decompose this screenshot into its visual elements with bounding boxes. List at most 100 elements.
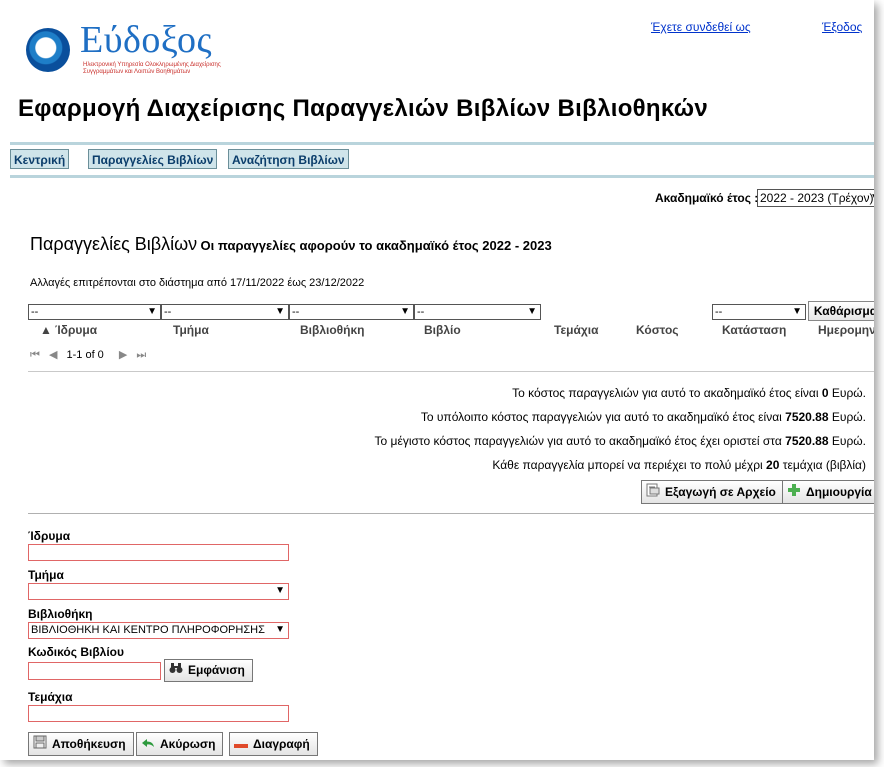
- filter-institution-value: --: [31, 306, 39, 318]
- prev-page-icon[interactable]: ◀: [49, 349, 57, 361]
- export-to-file-button[interactable]: Εξαγωγή σε Αρχείο: [641, 480, 784, 504]
- menu-item-home[interactable]: Κεντρική: [10, 149, 70, 169]
- limit-value: 20: [766, 458, 780, 472]
- table-pager: ⏮ ◀ 1-1 of 0 ▶ ⏭: [30, 348, 146, 362]
- limit-suffix: τεμάχια (βιβλία): [782, 458, 866, 472]
- institution-label: Ίδρυμα: [28, 529, 71, 543]
- next-page-icon[interactable]: ▶: [119, 349, 127, 361]
- quantity-field[interactable]: [28, 705, 289, 722]
- logo-text: Εύδοξος: [80, 19, 213, 61]
- academic-year-label: Ακαδημαϊκό έτος :: [655, 191, 759, 205]
- chevron-down-icon: ▼: [400, 306, 410, 317]
- cost-value: 0: [821, 386, 829, 400]
- column-header-quantity[interactable]: Τεμάχια: [554, 323, 598, 337]
- chevron-down-icon: ▼: [275, 585, 285, 596]
- column-header-library[interactable]: Βιβλιοθήκη: [300, 323, 365, 337]
- clear-filters-button[interactable]: Καθάρισμα: [808, 301, 874, 321]
- cost-prefix: Το κόστος παραγγελιών για αυτό το ακαδημ…: [512, 386, 819, 400]
- divider: [28, 371, 874, 372]
- column-header-cost[interactable]: Κόστος: [636, 323, 679, 337]
- export-file-icon: [646, 482, 660, 504]
- academic-year-value: 2022 - 2023 (Τρέχον): [760, 191, 874, 205]
- undo-arrow-icon: [141, 734, 155, 756]
- binoculars-icon: [169, 660, 183, 681]
- filter-department-value: --: [164, 306, 172, 318]
- filter-library-value: --: [292, 306, 300, 318]
- limit-prefix: Κάθε παραγγελία μπορεί να περιέχει το πο…: [492, 458, 763, 472]
- chevron-down-icon: ▼: [147, 306, 157, 317]
- filter-book-select[interactable]: -- ▼: [414, 304, 541, 320]
- max-value: 7520.88: [785, 434, 829, 448]
- last-page-icon[interactable]: ⏭: [136, 349, 146, 361]
- show-label: Εμφάνιση: [188, 663, 245, 677]
- menu-item-book-search[interactable]: Αναζήτηση Βιβλίων: [228, 149, 349, 169]
- max-prefix: Το μέγιστο κόστος παραγγελιών για αυτό τ…: [374, 434, 782, 448]
- cost-summary: Το κόστος παραγγελιών για αυτό το ακαδημ…: [512, 386, 866, 400]
- filter-status-select[interactable]: -- ▼: [712, 304, 806, 320]
- quantity-label: Τεμάχια: [28, 690, 73, 704]
- library-value: ΒΙΒΛΙΟΘΗΚΗ ΚΑΙ ΚΕΝΤΡΟ ΠΛΗΡΟΦΟΡΗΣΗΣ: [31, 624, 265, 636]
- eudoxus-logo-icon: [26, 28, 70, 72]
- cancel-label: Ακύρωση: [160, 737, 216, 751]
- cost-suffix: Ευρώ.: [831, 386, 866, 400]
- divider: [28, 513, 874, 514]
- changes-period-note: Αλλαγές επιτρέπονται στο διάστημα από 17…: [30, 277, 365, 289]
- column-header-status[interactable]: Κατάσταση: [722, 323, 786, 337]
- book-code-field[interactable]: [28, 662, 161, 680]
- show-book-button[interactable]: Εμφάνιση: [164, 659, 253, 682]
- save-button[interactable]: Αποθήκευση: [28, 732, 134, 756]
- logged-in-as-link[interactable]: Έχετε συνδεθεί ως: [651, 20, 751, 34]
- logout-link[interactable]: Έξοδος: [822, 20, 862, 34]
- create-label: Δημιουργία: [806, 485, 872, 499]
- save-icon: [33, 734, 47, 756]
- chevron-down-icon: ▼: [870, 190, 874, 206]
- remaining-prefix: Το υπόλοιπο κόστος παραγγελιών για αυτό …: [420, 410, 782, 424]
- create-button[interactable]: Δημιουργία: [782, 480, 874, 504]
- max-suffix: Ευρώ.: [831, 434, 866, 448]
- book-code-label: Κωδικός Βιβλίου: [28, 645, 124, 659]
- filter-department-select[interactable]: -- ▼: [161, 304, 289, 320]
- filter-status-value: --: [715, 306, 723, 318]
- chevron-down-icon: ▼: [275, 306, 285, 317]
- first-page-icon[interactable]: ⏮: [30, 349, 40, 361]
- menu-item-book-orders[interactable]: Παραγγελίες Βιβλίων: [88, 149, 218, 169]
- column-header-book[interactable]: Βιβλίο: [424, 323, 461, 337]
- save-label: Αποθήκευση: [52, 737, 126, 751]
- logo-subtitle-line1: Ηλεκτρονική Υπηρεσία Ολοκληρωμένης Διαχε…: [83, 62, 221, 68]
- column-header-date[interactable]: Ημερομηνία: [818, 323, 874, 337]
- page-title: Εφαρμογή Διαχείρισης Παραγγελιών Βιβλίων…: [18, 95, 708, 122]
- items-limit-summary: Κάθε παραγγελία μπορεί να περιέχει το πο…: [492, 458, 866, 472]
- column-header-department[interactable]: Τμήμα: [173, 323, 209, 337]
- remaining-suffix: Ευρώ.: [831, 410, 866, 424]
- remaining-cost-summary: Το υπόλοιπο κόστος παραγγελιών για αυτό …: [421, 410, 866, 424]
- chevron-down-icon: ▼: [275, 624, 285, 635]
- filter-book-value: --: [417, 306, 425, 318]
- app-window: Εύδοξος Ηλεκτρονική Υπηρεσία Ολοκληρωμέν…: [0, 0, 874, 760]
- minus-icon: [234, 734, 248, 756]
- remaining-value: 7520.88: [785, 410, 829, 424]
- plus-icon: [787, 482, 801, 504]
- filter-library-select[interactable]: -- ▼: [289, 304, 414, 320]
- cancel-button[interactable]: Ακύρωση: [136, 732, 224, 756]
- orders-subtitle: Οι παραγγελίες αφορούν το ακαδημαϊκό έτο…: [200, 238, 552, 253]
- column-header-institution[interactable]: Ίδρυμα: [55, 323, 97, 337]
- department-label: Τμήμα: [28, 568, 64, 582]
- orders-heading: Παραγγελίες Βιβλίων Οι παραγγελίες αφορο…: [30, 234, 552, 255]
- filter-institution-select[interactable]: -- ▼: [28, 304, 161, 320]
- main-menu: Κεντρική Παραγγελίες Βιβλίων Αναζήτηση Β…: [10, 142, 874, 178]
- delete-label: Διαγραφή: [253, 737, 310, 751]
- institution-field[interactable]: [28, 544, 289, 561]
- library-label: Βιβλιοθήκη: [28, 607, 93, 621]
- department-select[interactable]: ▼: [28, 583, 289, 600]
- max-cost-summary: Το μέγιστο κόστος παραγγελιών για αυτό τ…: [375, 434, 866, 448]
- export-label: Εξαγωγή σε Αρχείο: [665, 485, 776, 499]
- orders-title: Παραγγελίες Βιβλίων: [30, 234, 198, 254]
- sort-asc-icon: ▲: [40, 323, 52, 337]
- academic-year-select[interactable]: 2022 - 2023 (Τρέχον) ▼: [757, 189, 874, 207]
- logo-subtitle-line2: Συγγραμμάτων και Λοιπών Βοηθημάτων: [83, 69, 191, 75]
- chevron-down-icon: ▼: [527, 306, 537, 317]
- delete-button[interactable]: Διαγραφή: [229, 732, 318, 756]
- page-range: 1-1 of 0: [66, 349, 104, 361]
- chevron-down-icon: ▼: [792, 306, 802, 317]
- library-select[interactable]: ΒΙΒΛΙΟΘΗΚΗ ΚΑΙ ΚΕΝΤΡΟ ΠΛΗΡΟΦΟΡΗΣΗΣ ▼: [28, 622, 289, 639]
